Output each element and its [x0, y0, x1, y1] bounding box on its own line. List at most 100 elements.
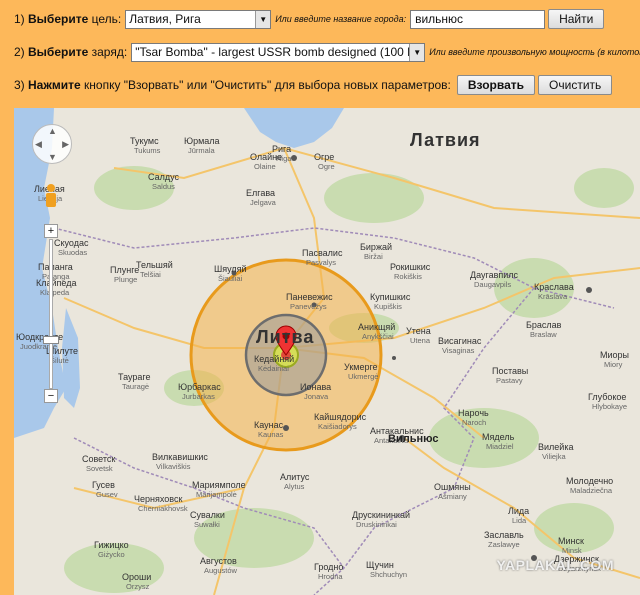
city-label-latin: Vilkaviškis	[156, 462, 191, 471]
city-label: Черняховск	[134, 494, 182, 504]
city-label: Браслав	[526, 320, 562, 330]
charge-label: 2) Выберите заряд:	[14, 45, 128, 59]
city-label-latin: Plunge	[114, 275, 137, 284]
city-label: Августов	[200, 556, 237, 566]
street-view-pegman-icon[interactable]	[44, 184, 58, 210]
city-label-latin: Giżycko	[98, 550, 125, 559]
city-label-latin: Klaipeda	[40, 288, 70, 297]
zoom-slider-handle[interactable]	[43, 336, 59, 344]
city-label: Елгава	[246, 188, 275, 198]
city-label: Плунге	[110, 265, 139, 275]
city-label-latin: Gusev	[96, 490, 118, 499]
city-label: Огре	[314, 152, 334, 162]
chevron-down-icon: ▼	[255, 10, 271, 28]
city-label-latin: Rokiškis	[394, 272, 422, 281]
target-select-value: Латвия, Рига	[129, 12, 201, 26]
charge-select[interactable]: "Tsar Bomba" - largest USSR bomb designe…	[131, 42, 426, 62]
city-label-latin: Pasvalys	[306, 258, 336, 267]
city-label-latin: Minsk	[562, 546, 582, 555]
city-label: Скуодас	[54, 238, 89, 248]
city-label-latin: Krāslava	[538, 292, 568, 301]
power-hint: Или введите произвольную мощность (в кил…	[429, 47, 640, 57]
find-button[interactable]: Найти	[548, 9, 605, 29]
city-hint: Или введите название города:	[275, 14, 407, 24]
city-label-latin: Ogre	[318, 162, 335, 171]
city-label-latin: Sovetsk	[86, 464, 113, 473]
city-label: Юрмала	[184, 136, 220, 146]
target-select[interactable]: Латвия, Рига ▼	[125, 9, 272, 29]
city-label-latin: Orzysz	[126, 582, 150, 591]
city-label-latin: Kupiškis	[374, 302, 402, 311]
city-label-latin: Jelgava	[250, 198, 277, 207]
city-label-latin: Miory	[604, 360, 623, 369]
gulf-of-riga	[244, 108, 344, 148]
city-label: Минск	[558, 536, 584, 546]
target-row: 1) Выберите цель: Латвия, Рига ▼ Или вве…	[14, 9, 605, 29]
pan-down-icon[interactable]: ▼	[48, 152, 57, 162]
city-label: Алитус	[280, 472, 310, 482]
city-label: Юрбаркас	[178, 382, 221, 392]
city-label-latin: Šiauliai	[218, 274, 243, 283]
map-canvas: Латвия Литва РигаRigaЮрмалаJūrmalaОлайне…	[14, 108, 640, 595]
city-label-latin: Hrodna	[318, 572, 343, 581]
city-label-latin: Alytus	[284, 482, 305, 491]
pan-left-icon[interactable]: ◀	[35, 139, 42, 150]
city-label: Заславль	[484, 530, 524, 540]
pan-up-icon[interactable]: ▲	[48, 126, 57, 136]
zoom-slider-track[interactable]	[49, 239, 53, 389]
map-view[interactable]: Латвия Литва Рига Riga Юрмала Jūrmala Олайне…	[14, 108, 640, 595]
city-label-latin: Biržai	[364, 252, 383, 261]
city-label-latin: Visaginas	[442, 346, 475, 355]
city-label-latin: Kaišiadorys	[318, 422, 357, 431]
zoom-in-button[interactable]: +	[44, 224, 58, 238]
city-label-latin: Skuodas	[58, 248, 87, 257]
city-label-latin: Saldus	[152, 182, 175, 191]
city-label: Даугавпилс	[470, 270, 519, 280]
city-label-latin: Panevėžys	[290, 302, 327, 311]
city-label: Нарочь	[458, 408, 489, 418]
city-label: Клайпеда	[36, 278, 76, 288]
city-label: Щучин	[366, 560, 394, 570]
city-label: Вилкавишкис	[152, 452, 208, 462]
clear-button[interactable]: Очистить	[538, 75, 613, 95]
city-label: Сувалки	[190, 510, 225, 520]
city-label: Гродно	[314, 562, 343, 572]
city-label: Салдус	[148, 172, 180, 182]
city-label-latin: Ašmiany	[438, 492, 467, 501]
city-label: Шяуляй	[214, 264, 247, 274]
city-label: Кедайняй	[254, 354, 294, 364]
pan-right-icon[interactable]: ▶	[62, 139, 69, 150]
city-label-latin: Zaslawye	[488, 540, 520, 549]
detonate-button[interactable]: Взорвать	[456, 75, 536, 95]
city-label: Глубокое	[588, 392, 626, 402]
city-label-latin: Jonava	[304, 392, 329, 401]
city-label-latin: Augustów	[204, 566, 238, 575]
city-label-latin: Anykščiai	[362, 332, 394, 341]
city-label: Купишкис	[370, 292, 411, 302]
watermark-logo: YAPLAKAL.COM	[496, 557, 614, 573]
city-label: Паневежис	[286, 292, 333, 302]
zoom-out-button[interactable]: −	[44, 389, 58, 403]
city-label: Миоры	[600, 350, 629, 360]
city-label-latin: Braslaw	[530, 330, 557, 339]
city-label-latin: Jūrmala	[188, 146, 216, 155]
city-label-latin: Kėdainiai	[258, 364, 289, 373]
target-label: 1) Выберите цель:	[14, 12, 122, 26]
charge-row: 2) Выберите заряд: "Tsar Bomba" - larges…	[14, 42, 640, 62]
pan-control[interactable]: ▲ ▼ ◀ ▶	[32, 124, 72, 164]
city-label: Рокишкис	[390, 262, 431, 272]
charge-select-value: "Tsar Bomba" - largest USSR bomb designe…	[135, 45, 410, 59]
city-label: Гижицко	[94, 540, 129, 550]
city-label: Вилейка	[538, 442, 573, 452]
city-label-latin: Maladziečna	[570, 486, 613, 495]
city-label: Лида	[508, 506, 529, 516]
city-label: Тукумс	[130, 136, 159, 146]
city-label-latin: Shchuchyn	[370, 570, 407, 579]
city-label-latin: Daugavpils	[474, 280, 511, 289]
city-input[interactable]: вильнюс	[410, 9, 546, 29]
chevron-down-icon: ▼	[409, 43, 425, 61]
city-label: Ошмяны	[434, 482, 471, 492]
city-label: Каунас	[254, 420, 284, 430]
city-label: Таураге	[118, 372, 151, 382]
city-label-latin: Kaunas	[258, 430, 284, 439]
